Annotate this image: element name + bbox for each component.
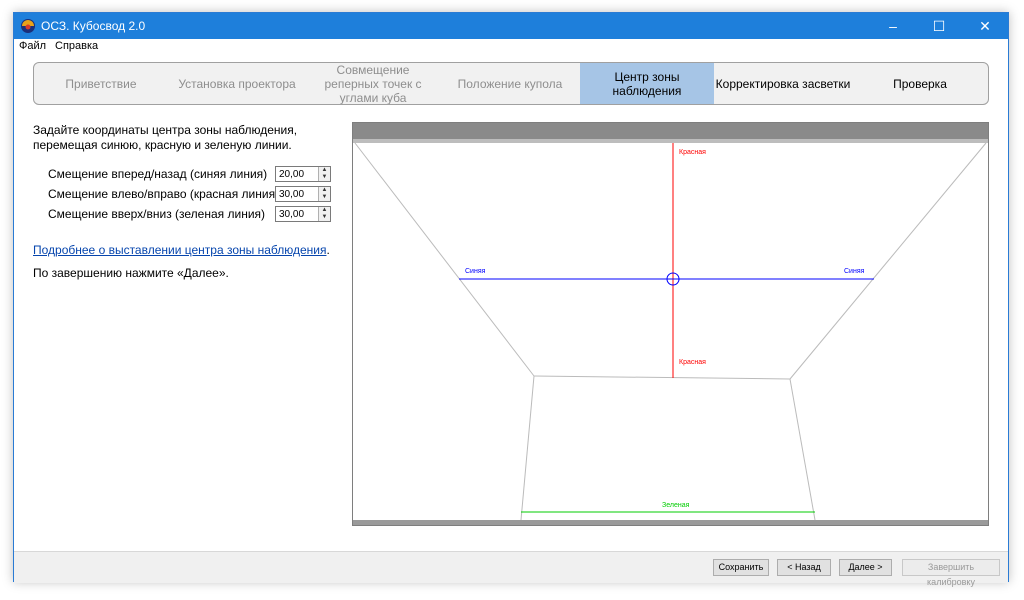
step-observation-center[interactable]: Центр зоны наблюдения — [580, 63, 714, 104]
step-dome-position[interactable]: Положение купола — [440, 63, 580, 104]
help-link-row: Подробнее о выставлении центра зоны набл… — [33, 243, 330, 257]
footer-bar: Сохранить < Назад Далее > Завершить кали… — [14, 551, 1008, 587]
red-line-label-top: Красная — [679, 149, 706, 156]
calibration-view[interactable]: Красная Красная Синяя Синяя Зеленая — [352, 122, 989, 526]
step-glare-correction[interactable]: Корректировка засветки — [714, 63, 852, 104]
instructions-text: Задайте координаты центра зоны наблюдени… — [33, 123, 298, 152]
blue-line-label-left: Синяя — [465, 268, 486, 275]
minimize-icon[interactable]: – — [870, 13, 916, 39]
menu-file[interactable]: Файл — [19, 39, 46, 53]
green-line-label: Зеленая — [662, 502, 690, 509]
stepper-value: 30,00 — [279, 189, 305, 200]
step-welcome[interactable]: Приветствие — [34, 63, 168, 104]
step-reference-points[interactable]: Совмещение реперных точек с углами куба — [306, 63, 440, 104]
stepper-arrows-icon[interactable]: ▲ ▼ — [318, 207, 330, 221]
link-suffix: . — [326, 243, 330, 257]
blue-line-label-right: Синяя — [844, 268, 865, 275]
app-logo-icon — [21, 19, 35, 33]
step-check[interactable]: Проверка — [852, 63, 988, 104]
menu-bar: Файл Справка — [14, 39, 1008, 53]
stepper-value: 20,00 — [279, 169, 305, 180]
wizard-content: Приветствие Установка проектора Совмещен… — [14, 53, 1008, 551]
save-button[interactable]: Сохранить — [713, 559, 769, 576]
top-band — [353, 123, 988, 139]
cube-edges — [354, 142, 987, 521]
stepper-value: 30,00 — [279, 209, 305, 220]
forward-back-stepper[interactable]: 20,00 ▲ ▼ — [275, 166, 331, 182]
step-projector-setup[interactable]: Установка проектора — [168, 63, 306, 104]
red-line-label-bottom: Красная — [679, 359, 706, 366]
finish-note: По завершению нажмите «Далее». — [33, 266, 229, 280]
back-button[interactable]: < Назад — [777, 559, 831, 576]
stepper-arrows-icon[interactable]: ▲ ▼ — [318, 167, 330, 181]
title-bar[interactable]: ОСЗ. Кубосвод 2.0 – ☐ ✕ — [14, 13, 1008, 39]
main-window: ОСЗ. Кубосвод 2.0 – ☐ ✕ Файл Справка При… — [13, 12, 1009, 587]
next-button[interactable]: Далее > — [839, 559, 892, 576]
field-label: Смещение вверх/вниз (зеленая линия) — [48, 207, 266, 221]
window-title: ОСЗ. Кубосвод 2.0 — [41, 19, 146, 33]
wizard-steps: Приветствие Установка проектора Совмещен… — [33, 62, 989, 105]
bottom-band — [353, 520, 988, 525]
finish-calibration-button[interactable]: Завершить калибровку — [902, 559, 1000, 587]
field-label: Смещение вперед/назад (синяя линия) — [48, 167, 268, 181]
help-link[interactable]: Подробнее о выставлении центра зоны набл… — [33, 243, 326, 257]
up-down-stepper[interactable]: 30,00 ▲ ▼ — [275, 206, 331, 222]
menu-help[interactable]: Справка — [55, 39, 98, 53]
top-band-edge — [353, 139, 988, 143]
left-right-stepper[interactable]: 30,00 ▲ ▼ — [275, 186, 331, 202]
stepper-arrows-icon[interactable]: ▲ ▼ — [318, 187, 330, 201]
cube-projection: Красная Красная Синяя Синяя Зеленая — [353, 123, 988, 525]
maximize-icon[interactable]: ☐ — [916, 13, 962, 39]
field-label: Смещение влево/вправо (красная линия) — [48, 187, 280, 201]
close-icon[interactable]: ✕ — [962, 13, 1008, 39]
